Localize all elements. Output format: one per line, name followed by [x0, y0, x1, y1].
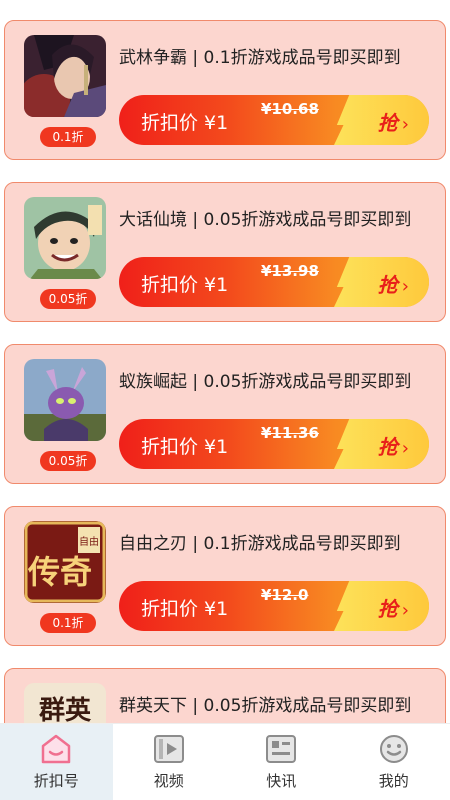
tab-discount-accounts[interactable]: 折扣号	[0, 724, 113, 800]
chevron-right-icon: ›	[401, 276, 409, 297]
qunying-game-icon[interactable]: 群英	[24, 683, 106, 723]
discount-badge: 0.1折	[40, 613, 96, 633]
game-title[interactable]: 大话仙境 | 0.05折游戏成品号即买即到	[119, 205, 439, 230]
discount-badge: 0.05折	[40, 451, 96, 471]
game-logo-text: 自由	[79, 535, 99, 548]
buy-button[interactable]: 折扣价 ¥1 ¥10.68 抢 ›	[119, 95, 429, 145]
game-card[interactable]: 自由 传奇 0.1折 自由之刃 | 0.1折游戏成品号即买即到 折扣价 ¥1 ¥…	[4, 506, 446, 646]
home-icon	[42, 734, 71, 764]
chevron-right-icon: ›	[401, 600, 409, 621]
discount-price: 折扣价 ¥1	[141, 436, 229, 458]
original-price: ¥13.98	[261, 262, 319, 280]
profile-icon	[379, 735, 408, 763]
dahua-game-icon[interactable]	[24, 197, 106, 279]
game-title[interactable]: 自由之刃 | 0.1折游戏成品号即买即到	[119, 529, 439, 554]
tab-label: 折扣号	[33, 772, 79, 790]
game-card[interactable]: 0.05折 大话仙境 | 0.05折游戏成品号即买即到 折扣价 ¥1 ¥13.9…	[4, 182, 446, 322]
chevron-right-icon: ›	[401, 438, 409, 459]
tab-label: 快讯	[266, 772, 297, 790]
discount-price: 折扣价 ¥1	[141, 598, 229, 620]
discount-badge: 0.05折	[40, 289, 96, 309]
game-card[interactable]: 0.1折 武林争霸 | 0.1折游戏成品号即买即到 折扣价 ¥1 ¥10.68 …	[4, 20, 446, 160]
game-title[interactable]: 蚁族崛起 | 0.05折游戏成品号即买即到	[119, 367, 439, 392]
game-list: 0.1折 武林争霸 | 0.1折游戏成品号即买即到 折扣价 ¥1 ¥10.68 …	[0, 0, 450, 723]
ziyou-game-icon[interactable]: 自由 传奇	[24, 521, 106, 603]
discount-price: 折扣价 ¥1	[141, 112, 229, 134]
video-icon	[153, 735, 184, 763]
news-icon	[266, 735, 297, 763]
grab-label: 抢 ›	[377, 111, 409, 135]
buy-button[interactable]: 折扣价 ¥1 ¥12.0 抢 ›	[119, 581, 429, 631]
discount-price: 折扣价 ¥1	[141, 274, 229, 296]
tab-news[interactable]: 快讯	[225, 724, 338, 800]
tab-video[interactable]: 视频	[113, 724, 226, 800]
original-price: ¥11.36	[261, 424, 319, 442]
game-title[interactable]: 群英天下 | 0.05折游戏成品号即买即到	[119, 691, 439, 716]
buy-button[interactable]: 折扣价 ¥1 ¥11.36 抢 ›	[119, 419, 429, 469]
tab-profile[interactable]: 我的	[338, 724, 450, 800]
grab-label: 抢 ›	[377, 435, 409, 459]
bottom-tab-bar: 折扣号 视频 快讯 我的	[0, 723, 450, 800]
game-card[interactable]: 群英 群英天下 | 0.05折游戏成品号即买即到	[4, 668, 446, 723]
game-logo-text: 传奇	[27, 553, 92, 591]
yizu-game-icon[interactable]	[24, 359, 106, 441]
grab-label: 抢 ›	[377, 597, 409, 621]
game-title[interactable]: 武林争霸 | 0.1折游戏成品号即买即到	[119, 43, 439, 68]
original-price: ¥10.68	[261, 100, 319, 118]
tab-label: 视频	[153, 772, 184, 790]
game-logo-text: 群英	[38, 696, 92, 723]
discount-badge: 0.1折	[40, 127, 96, 147]
game-card[interactable]: 0.05折 蚁族崛起 | 0.05折游戏成品号即买即到 折扣价 ¥1 ¥11.3…	[4, 344, 446, 484]
grab-label: 抢 ›	[377, 273, 409, 297]
tab-label: 我的	[378, 772, 409, 790]
chevron-right-icon: ›	[401, 114, 409, 135]
wulin-game-icon[interactable]	[24, 35, 106, 117]
buy-button[interactable]: 折扣价 ¥1 ¥13.98 抢 ›	[119, 257, 429, 307]
original-price: ¥12.0	[261, 586, 309, 604]
